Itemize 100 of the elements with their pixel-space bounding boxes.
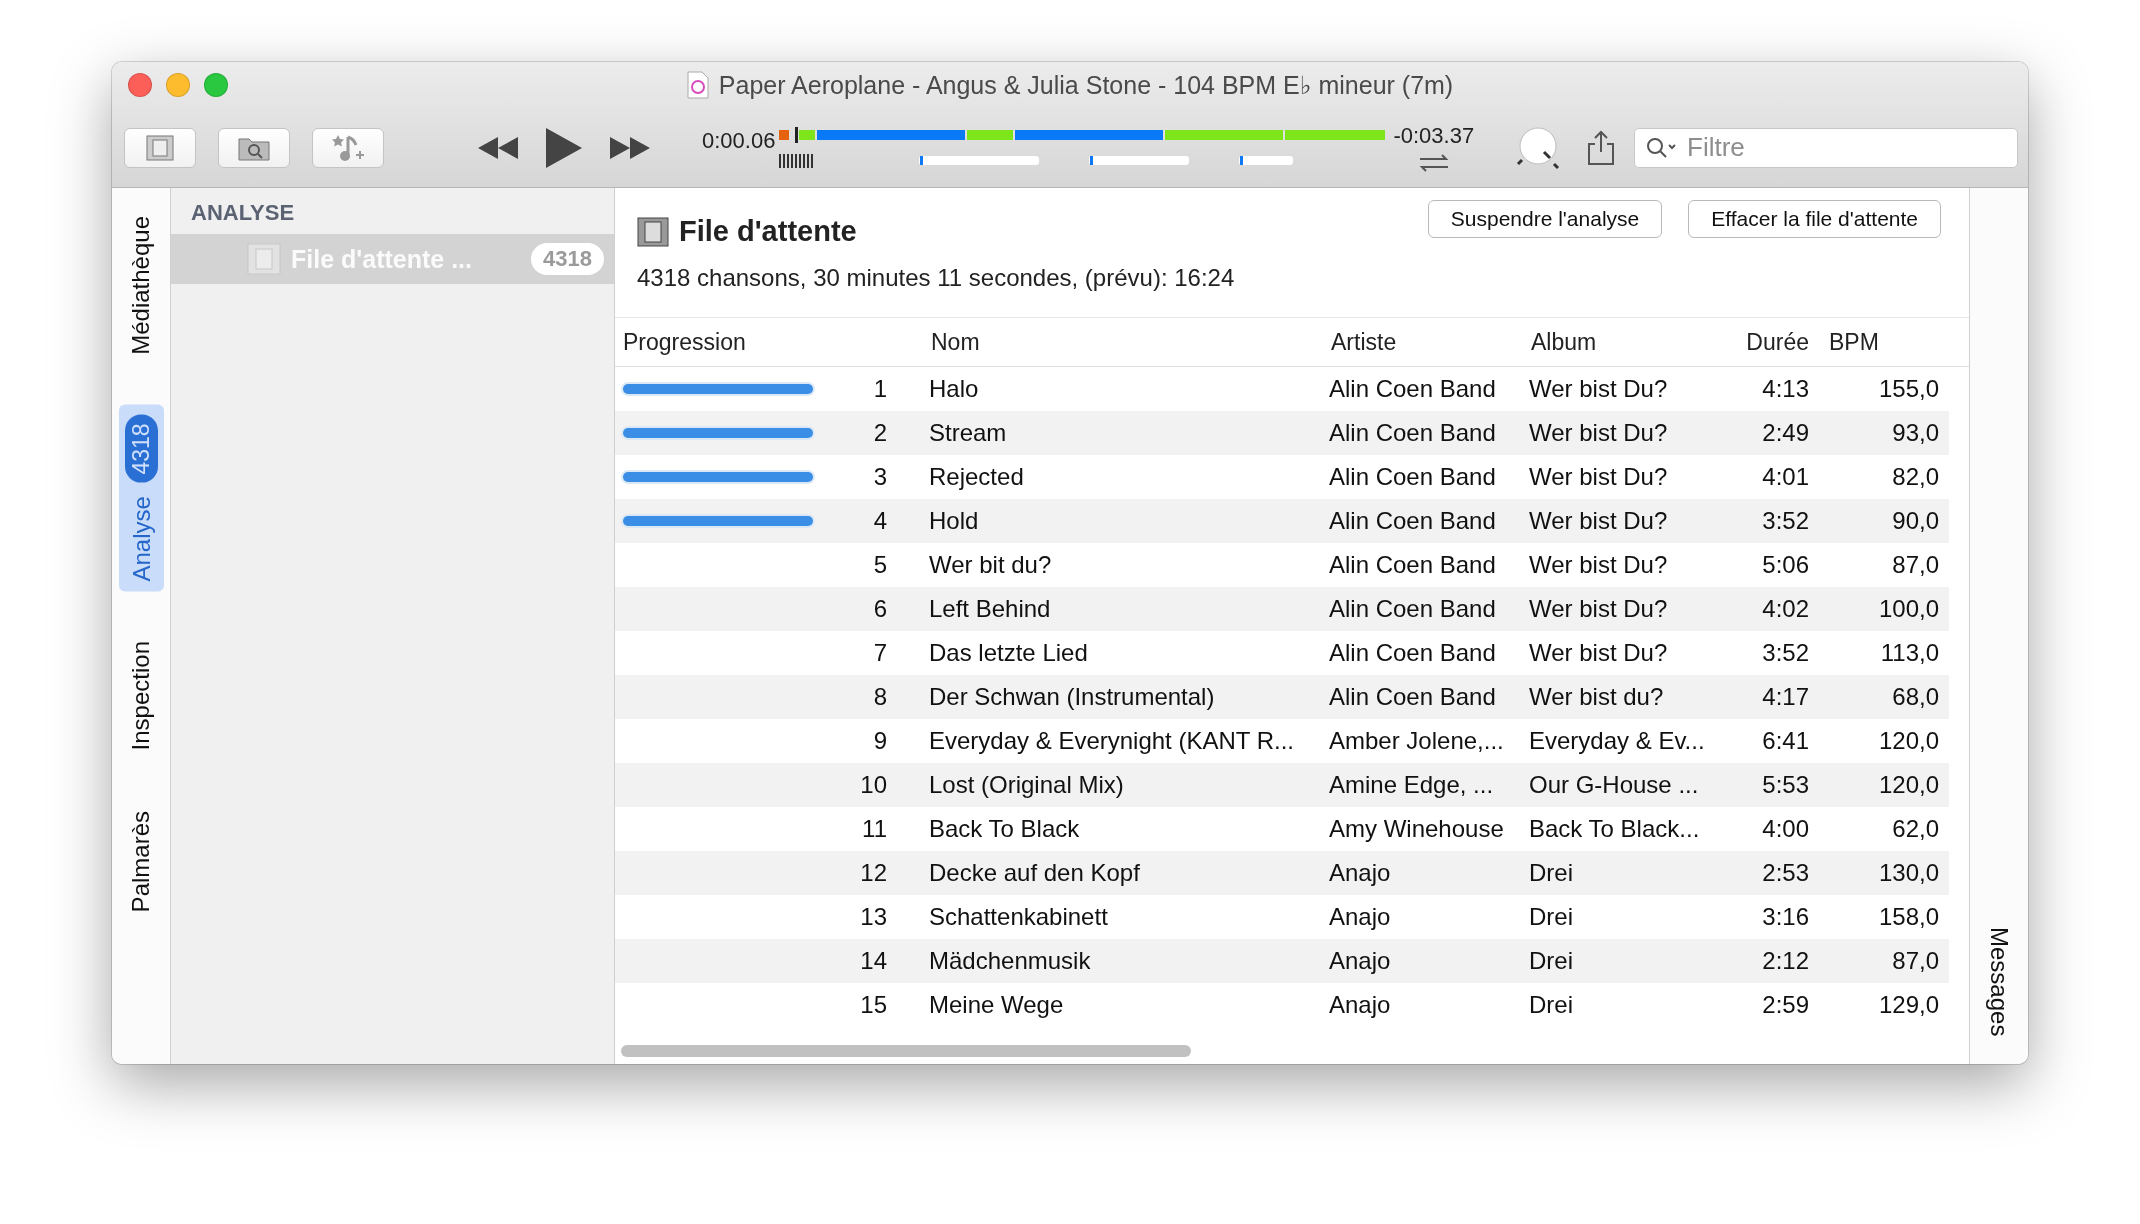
table-cell-text: Wer bist Du? xyxy=(1528,551,1669,579)
play-icon xyxy=(544,126,584,169)
table-cell-text: Alin Coen Band xyxy=(1328,595,1497,623)
table-cell-text: 10 xyxy=(859,771,887,799)
table-cell-text: Anajo xyxy=(1328,991,1392,1019)
table-cell-text: Everyday & Everynight (KANT R... xyxy=(928,727,1295,755)
table-cell-text: Drei xyxy=(1528,947,1574,975)
table-cell-text: Hold xyxy=(928,507,980,535)
table-cell-text: Alin Coen Band xyxy=(1328,639,1497,667)
table-cell-text: 12 xyxy=(859,859,887,887)
table-cell-text: Drei xyxy=(1528,991,1574,1019)
table-cell-text: 2:53 xyxy=(1761,859,1809,887)
table-cell-text: 130,0 xyxy=(1877,859,1939,887)
table-cell-text: Wer bist Du? xyxy=(1528,419,1669,447)
table-cell-text: Wer bit du? xyxy=(928,551,1053,579)
table-cell-text: 87,0 xyxy=(1891,947,1939,975)
table-cell-text: Rejected xyxy=(928,463,1025,491)
table-cell-text: 7 xyxy=(872,639,887,667)
column-header[interactable]: Progression xyxy=(615,328,821,356)
table-cell-text: 3 xyxy=(872,463,887,491)
table-cell-text: Wer bist Du? xyxy=(1528,463,1669,491)
window-title: Paper Aeroplane - Angus & Julia Stone - 104 BPM E♭ mineur (7m) xyxy=(718,70,1454,100)
table-cell-text: 129,0 xyxy=(1877,991,1939,1019)
table-cell-text: 14 xyxy=(859,947,887,975)
table-cell-text: 5:53 xyxy=(1761,771,1809,799)
table-cell-text: Alin Coen Band xyxy=(1328,683,1497,711)
table-cell-text: Halo xyxy=(928,375,980,403)
table-cell-text: 11 xyxy=(861,815,887,843)
table-cell-text: Schattenkabinett xyxy=(928,903,1109,931)
table-cell-text: Wer bist Du? xyxy=(1528,639,1669,667)
side-tab[interactable]: Inspection xyxy=(121,631,161,761)
tab-label: Analyse xyxy=(127,495,155,582)
table-cell-text: 6:41 xyxy=(1761,727,1809,755)
table-cell-text: 87,0 xyxy=(1891,551,1939,579)
action-button[interactable]: Effacer la file d'attente xyxy=(1688,200,1941,238)
search-field[interactable]: Filtre xyxy=(1634,127,2018,168)
table-cell-text: 3:16 xyxy=(1761,903,1809,931)
column-header[interactable]: BPM xyxy=(1809,328,1939,356)
table-cell-text: 3:52 xyxy=(1761,507,1809,535)
table-cell-text: Meine Wege xyxy=(928,991,1065,1019)
table-cell-text: 4:01 xyxy=(1761,463,1809,491)
close-button[interactable] xyxy=(128,73,152,97)
table-cell-text: Wer bist Du? xyxy=(1528,595,1669,623)
table-cell-text: 2:59 xyxy=(1761,991,1809,1019)
table-cell-text: 4:17 xyxy=(1761,683,1809,711)
table-cell-text: Alin Coen Band xyxy=(1328,507,1497,535)
side-tab[interactable]: Palmarès xyxy=(121,800,161,923)
table-cell-text: Back To Black xyxy=(928,815,1081,843)
table-cell-text: 2:49 xyxy=(1761,419,1809,447)
table-cell-text: Drei xyxy=(1528,903,1574,931)
side-tab[interactable]: Messages xyxy=(1985,926,2013,1036)
table-cell-text: 4:13 xyxy=(1761,375,1809,403)
fast-forward-icon xyxy=(608,134,652,161)
share-button[interactable] xyxy=(1586,129,1617,166)
table-cell-text: 113,0 xyxy=(1879,639,1939,667)
table-cell-text: Anajo xyxy=(1328,947,1392,975)
table-cell-text: Our G-House ... xyxy=(1528,771,1700,799)
table-cell-text: 100,0 xyxy=(1877,595,1939,623)
side-tab[interactable]: Médiathèque xyxy=(121,206,161,365)
table-cell-text: Der Schwan (Instrumental) xyxy=(928,683,1216,711)
table-cell-text: Anajo xyxy=(1328,903,1392,931)
side-tab[interactable]: Analyse 4318 xyxy=(118,404,164,592)
remaining-time: -0:03.37 xyxy=(1393,122,1475,149)
table-cell-text: 62,0 xyxy=(1891,815,1939,843)
document-icon xyxy=(637,216,669,247)
queue-button[interactable] xyxy=(124,127,196,168)
table-cell-text: Left Behind xyxy=(928,595,1052,623)
table-cell-text: 1 xyxy=(872,375,887,403)
document-icon xyxy=(146,134,174,161)
queue-title: File d'attente xyxy=(679,215,857,249)
table-cell-text: 4:02 xyxy=(1761,595,1809,623)
table-cell-text: Amber Jolene,... xyxy=(1328,727,1505,755)
play-button[interactable] xyxy=(544,126,584,169)
music-file-icon xyxy=(686,71,709,99)
table-cell-text: Alin Coen Band xyxy=(1328,375,1497,403)
zoom-button[interactable] xyxy=(204,73,228,97)
fast-forward-button[interactable] xyxy=(608,134,652,161)
table-cell-text: Amine Edge, ... xyxy=(1328,771,1495,799)
action-button[interactable]: Suspendre l'analyse xyxy=(1427,200,1663,238)
table-cell-text: 6 xyxy=(872,595,887,623)
table-cell-text: 13 xyxy=(859,903,887,931)
table-cell-text: 5 xyxy=(872,551,887,579)
table-cell-text: 158,0 xyxy=(1877,903,1939,931)
count-badge: 4318 xyxy=(124,414,158,482)
add-music-button[interactable] xyxy=(312,127,384,168)
table-cell-text: 93,0 xyxy=(1891,419,1939,447)
column-header[interactable]: Artiste xyxy=(1323,328,1523,356)
column-header[interactable]: Album xyxy=(1523,328,1713,356)
column-header[interactable]: Nom xyxy=(923,328,1323,356)
rewind-button[interactable] xyxy=(476,134,520,161)
tab-label: Palmarès xyxy=(127,810,155,913)
table-cell-text: 155,0 xyxy=(1877,375,1939,403)
scrollbar-thumb[interactable] xyxy=(621,1045,1191,1057)
rewind-icon xyxy=(476,134,520,161)
queue-summary: 4318 chansons, 30 minutes 11 secondes, (prévu): 16:24 xyxy=(637,263,1236,293)
column-header[interactable]: Durée xyxy=(1713,328,1809,356)
table-cell-text: Decke auf den Kopf xyxy=(928,859,1141,887)
table-cell-text: Lost (Original Mix) xyxy=(928,771,1125,799)
folder-search-button[interactable] xyxy=(218,127,290,168)
search-input[interactable]: Filtre xyxy=(1685,131,1989,164)
